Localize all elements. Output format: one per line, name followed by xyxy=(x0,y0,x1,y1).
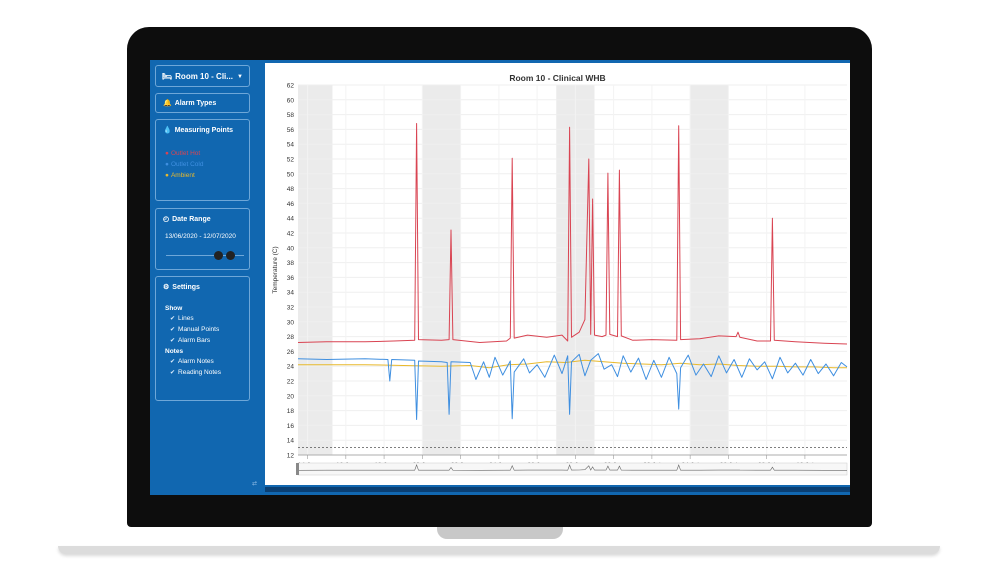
y-tick-label: 34 xyxy=(287,290,295,297)
y-tick-label: 30 xyxy=(287,319,295,326)
toggle-alarm-bars[interactable]: ✔ Alarm Bars xyxy=(156,335,249,346)
bell-icon: 🔔 xyxy=(163,100,172,107)
weekend-band xyxy=(298,85,333,455)
y-tick-label: 28 xyxy=(287,334,295,341)
alarm-types-label: Alarm Types xyxy=(174,99,217,107)
check-icon: ✔ xyxy=(170,338,176,344)
check-icon: ✔ xyxy=(170,359,176,365)
room-select-dropdown[interactable]: 🛏 Room 10 - Cli... ▼ xyxy=(155,65,250,87)
sidebar: 🛏 Room 10 - Cli... ▼ 🔔 Alarm Types 💧 Mea… xyxy=(150,60,260,495)
measuring-point-ambient[interactable]: ● Ambient xyxy=(156,170,249,181)
y-tick-label: 22 xyxy=(287,379,295,386)
measuring-point-outlet-cold[interactable]: ● Outlet Cold xyxy=(156,159,249,170)
date-range-label: Date Range xyxy=(172,215,211,223)
laptop-notch xyxy=(437,527,563,539)
y-tick-label: 14 xyxy=(287,438,295,445)
slider-end-handle[interactable] xyxy=(226,251,235,260)
y-tick-label: 32 xyxy=(287,305,295,312)
measuring-point-outlet-hot[interactable]: ● Outlet Hot xyxy=(156,148,249,159)
measuring-points-panel: 💧 Measuring Points ● Outlet Hot ● Outlet… xyxy=(155,119,250,201)
date-range-value: 13/06/2020 - 12/07/2020 xyxy=(165,233,236,240)
check-icon: ✔ xyxy=(170,316,176,322)
y-tick-label: 54 xyxy=(287,142,295,149)
y-tick-label: 24 xyxy=(287,364,295,371)
laptop-base xyxy=(58,546,940,554)
app-screen: 🛏 Room 10 - Cli... ▼ 🔔 Alarm Types 💧 Mea… xyxy=(150,60,850,495)
y-tick-label: 20 xyxy=(287,393,295,400)
room-select-label: Room 10 - Cli... xyxy=(175,72,233,81)
y-tick-label: 58 xyxy=(287,112,295,119)
notes-group-label: Notes xyxy=(165,348,184,355)
droplet-icon: ● xyxy=(165,150,169,157)
resize-handle-icon[interactable]: ⇄ xyxy=(252,480,257,487)
date-range-panel: ◴ Date Range 13/06/2020 - 12/07/2020 xyxy=(155,208,250,270)
y-tick-label: 40 xyxy=(287,245,295,252)
show-group-label: Show xyxy=(165,305,183,312)
navigator xyxy=(297,462,848,476)
check-icon: ✔ xyxy=(170,370,176,376)
droplet-icon: 💧 xyxy=(163,127,172,134)
alarm-types-panel[interactable]: 🔔 Alarm Types xyxy=(155,93,250,113)
bottom-strip xyxy=(265,487,850,492)
y-tick-label: 42 xyxy=(287,231,295,238)
date-range-slider[interactable] xyxy=(166,251,244,260)
toggle-lines[interactable]: ✔ Lines xyxy=(156,313,249,324)
chevron-down-icon: ▼ xyxy=(237,73,243,80)
temperature-chart: Room 10 - Clinical WHB 12 14 16 18 20 22 24 26 2… xyxy=(265,63,850,485)
y-tick-label: 38 xyxy=(287,260,295,267)
y-tick-label: 60 xyxy=(287,97,295,104)
settings-panel: ⚙ Settings Show ✔ Lines ✔ Manual Points … xyxy=(155,276,250,401)
toggle-alarm-notes[interactable]: ✔ Alarm Notes xyxy=(156,356,249,367)
y-tick-label: 62 xyxy=(287,83,295,90)
droplet-icon: ● xyxy=(165,161,169,168)
toggle-manual-points[interactable]: ✔ Manual Points xyxy=(156,324,249,335)
y-tick-label: 26 xyxy=(287,349,295,356)
droplet-icon: ● xyxy=(165,172,169,179)
y-tick-label: 48 xyxy=(287,186,295,193)
measuring-points-label: Measuring Points xyxy=(174,126,234,134)
y-tick-label: 52 xyxy=(287,157,295,164)
clock-icon: ◴ xyxy=(163,216,170,223)
weekend-band xyxy=(422,85,461,455)
check-icon: ✔ xyxy=(170,327,176,333)
slider-start-handle[interactable] xyxy=(214,251,223,260)
y-tick-label: 36 xyxy=(287,275,295,282)
settings-label: Settings xyxy=(172,283,200,291)
y-tick-label: 56 xyxy=(287,127,295,134)
y-tick-label: 44 xyxy=(287,216,295,223)
gear-icon: ⚙ xyxy=(163,284,170,291)
navigator-handle xyxy=(296,463,299,475)
y-tick-label: 46 xyxy=(287,201,295,208)
y-tick-label: 16 xyxy=(287,423,295,430)
y-axis-label: Temperature (C) xyxy=(272,246,279,293)
y-tick-label: 18 xyxy=(287,408,295,415)
y-tick-label: 12 xyxy=(287,453,295,460)
weekend-band xyxy=(690,85,729,455)
chart-canvas: 12 14 16 18 20 22 24 26 28 30 32 34 36 38 40 42 44 46 48 50… xyxy=(272,83,848,476)
y-tick-label: 50 xyxy=(287,171,295,178)
bed-icon: 🛏 xyxy=(162,72,173,81)
toggle-reading-notes[interactable]: ✔ Reading Notes xyxy=(156,367,249,378)
